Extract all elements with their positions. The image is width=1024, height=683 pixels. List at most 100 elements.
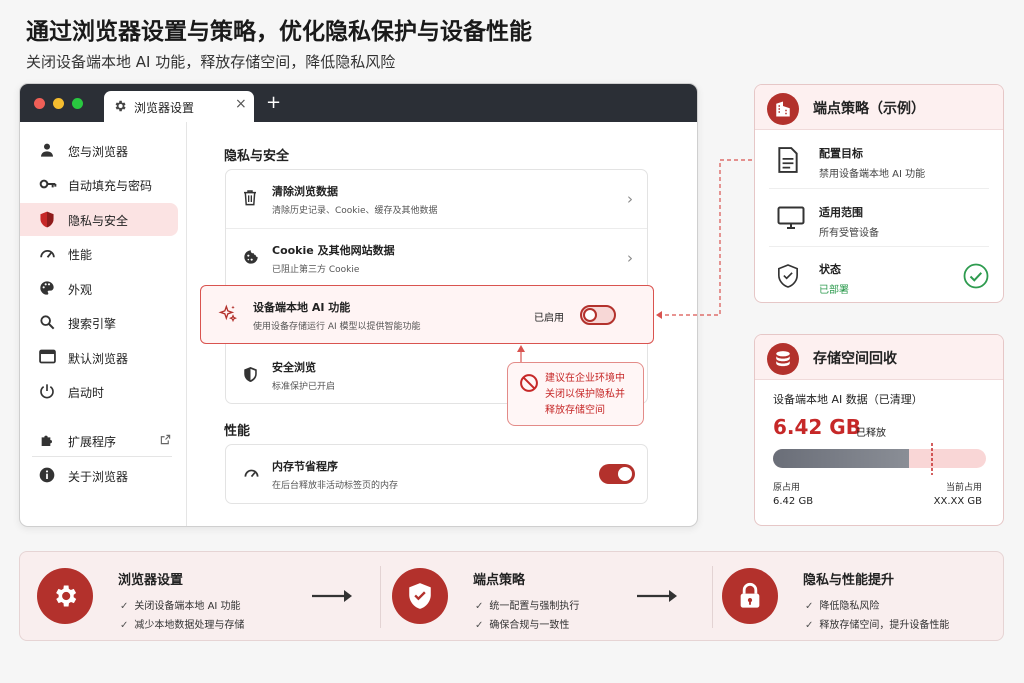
close-window-dot[interactable] (34, 98, 45, 109)
sidebar-item-about[interactable]: 关于浏览器 (20, 459, 178, 492)
policy-item-value: 禁用设备端本地 AI 功能 (819, 169, 926, 180)
palette-icon (40, 281, 54, 295)
toggle-knob (583, 308, 597, 322)
sidebar-item-appearance[interactable]: 外观 (20, 272, 178, 305)
summary-step-line: ✓ 关闭设备端本地 AI 功能 (120, 601, 241, 612)
gauge-icon (40, 250, 55, 258)
shield-check-icon (778, 264, 798, 288)
building-icon (767, 93, 799, 125)
check-circle-icon (963, 263, 989, 289)
sidebar-item-search-engine[interactable]: 搜索引擎 (20, 306, 178, 339)
policy-item-label: 状态 (819, 263, 841, 276)
sidebar-item-on-startup[interactable]: 启动时 (20, 375, 178, 408)
summary-step-title: 隐私与性能提升 (803, 573, 895, 588)
original-usage-value: 6.42 GB (773, 496, 814, 507)
policy-item-target: 配置目标 禁用设备端本地 AI 功能 (755, 133, 1003, 191)
sparkles-icon (218, 304, 237, 323)
row-description: 清除历史记录、Cookie、缓存及其他数据 (272, 206, 438, 216)
sidebar-item-default-browser[interactable]: 默认浏览器 (20, 341, 178, 374)
new-tab-button[interactable]: + (266, 92, 281, 113)
performance-section-heading: 性能 (224, 424, 251, 439)
marker-line (931, 443, 933, 475)
close-tab-icon[interactable]: × (235, 96, 247, 112)
policy-status-value: 已部署 (819, 285, 849, 296)
sidebar-item-you-and-browser[interactable]: 您与浏览器 (20, 134, 178, 167)
sidebar-item-label: 搜索引擎 (68, 317, 117, 331)
summary-step-line: ✓ 统一配置与强制执行 (475, 601, 580, 612)
sidebar-item-extensions[interactable]: 扩展程序 (20, 424, 178, 457)
sidebar-item-performance[interactable]: 性能 (20, 237, 178, 270)
clear-browsing-data-row[interactable]: 清除浏览数据 清除历史记录、Cookie、缓存及其他数据 › (226, 170, 647, 229)
current-usage-value: XX.XX GB (933, 496, 982, 507)
panel-header: 端点策略（示例） (755, 85, 1003, 130)
performance-card: 内存节省程序 在后台释放非活动标签页的内存 (225, 444, 648, 504)
tab-bar: 浏览器设置 × + (20, 84, 697, 122)
page-subtitle: 关闭设备端本地 AI 功能，释放存储空间，降低隐私风险 (26, 53, 396, 71)
storage-recovery-panel: 存储空间回收 设备端本地 AI 数据（已清理） 6.42 GB 已释放 原占用 … (754, 334, 1004, 526)
check-icon: ✓ (120, 601, 129, 612)
sidebar-item-privacy[interactable]: 隐私与安全 (20, 203, 178, 236)
minimize-window-dot[interactable] (53, 98, 64, 109)
summary-step-browser-settings: 浏览器设置 ✓ 关闭设备端本地 AI 功能 ✓ 减少本地数据处理与存储 (20, 552, 350, 642)
summary-step-line: ✓ 释放存储空间，提升设备性能 (805, 620, 950, 631)
panel-title: 端点策略（示例） (813, 101, 925, 117)
sidebar-item-autofill[interactable]: 自动填充与密码 (20, 168, 178, 201)
trash-icon (244, 190, 256, 206)
row-title: 安全浏览 (272, 361, 316, 374)
row-description: 已阻止第三方 Cookie (272, 265, 360, 275)
puzzle-icon (41, 435, 52, 446)
row-description: 使用设备存储运行 AI 模型以提供智能功能 (253, 322, 421, 332)
sidebar-item-label: 隐私与安全 (68, 214, 129, 228)
panel-divider (769, 188, 989, 189)
cookies-row[interactable]: Cookie 及其他网站数据 已阻止第三方 Cookie › (226, 229, 647, 288)
info-icon (39, 467, 55, 483)
lock-icon (722, 568, 778, 624)
panel-title: 存储空间回收 (813, 351, 897, 367)
callout-text: 建议在企业环境中 关闭以保护隐私并 释放存储空间 (545, 373, 625, 416)
key-icon (39, 179, 57, 189)
row-description: 标准保护已开启 (272, 382, 336, 392)
gear-icon (115, 100, 126, 112)
arrow-right-icon (637, 590, 677, 602)
check-icon: ✓ (805, 620, 814, 631)
arrow-right-icon (312, 590, 352, 602)
gauge-icon (244, 469, 259, 478)
local-ai-toggle[interactable] (580, 305, 616, 325)
maximize-window-dot[interactable] (72, 98, 83, 109)
shield-icon (40, 211, 54, 228)
toggle-knob (618, 467, 632, 481)
summary-step-privacy-performance: 隐私与性能提升 ✓ 降低隐私风险 ✓ 释放存储空间，提升设备性能 (705, 552, 1003, 642)
sidebar-item-label: 扩展程序 (68, 435, 117, 449)
policy-item-value: 所有受管设备 (819, 228, 879, 239)
chevron-right-icon: › (627, 249, 633, 267)
check-icon: ✓ (475, 601, 484, 612)
sidebar-item-label: 外观 (68, 283, 93, 297)
prohibited-icon (520, 374, 538, 392)
row-title: 设备端本地 AI 功能 (253, 301, 351, 314)
storage-subtitle: 设备端本地 AI 数据（已清理） (773, 393, 923, 406)
search-icon (40, 315, 55, 330)
memory-saver-row: 内存节省程序 在后台释放非活动标签页的内存 (226, 445, 647, 504)
memory-saver-toggle[interactable] (599, 464, 635, 484)
power-icon (40, 384, 54, 399)
shield-icon (244, 367, 257, 382)
policy-item-scope: 适用范围 所有受管设备 (755, 192, 1003, 250)
freed-amount: 6.42 GB (773, 415, 861, 439)
freed-label: 已释放 (856, 428, 886, 439)
row-title: 清除浏览数据 (272, 185, 338, 198)
endpoint-policy-panel: 端点策略（示例） 配置目标 禁用设备端本地 AI 功能 适用范围 所有受管设备 … (754, 84, 1004, 303)
monitor-icon (777, 206, 805, 229)
policy-item-label: 适用范围 (819, 206, 863, 219)
local-ai-status: 已启用 (534, 313, 564, 324)
summary-step-line: ✓ 降低隐私风险 (805, 601, 880, 612)
original-usage-label: 原占用 (773, 483, 801, 493)
chevron-right-icon: › (627, 190, 633, 208)
cookie-icon (244, 250, 258, 264)
panel-divider (769, 246, 989, 247)
summary-bar: 浏览器设置 ✓ 关闭设备端本地 AI 功能 ✓ 减少本地数据处理与存储 端点策略 ✓… (19, 551, 1004, 641)
storage-bar (773, 449, 986, 468)
local-ai-row[interactable]: 设备端本地 AI 功能 使用设备存储运行 AI 模型以提供智能功能 已启用 (200, 285, 654, 344)
summary-step-title: 浏览器设置 (118, 573, 184, 588)
tab-settings[interactable]: 浏览器设置 × (104, 91, 254, 122)
document-icon (778, 147, 798, 173)
